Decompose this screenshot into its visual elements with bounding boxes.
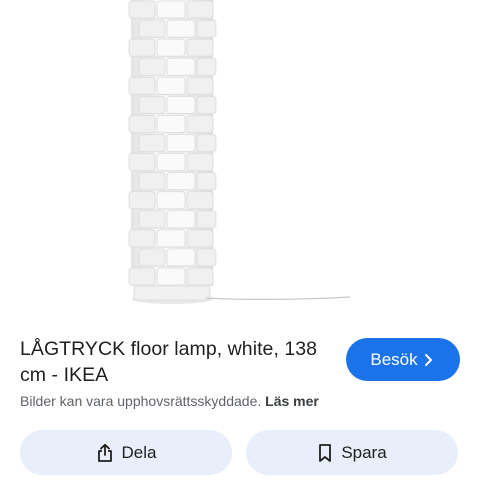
- visit-button-label: Besök: [370, 349, 418, 369]
- bookmark-icon: [317, 443, 333, 463]
- save-button[interactable]: Spara: [246, 430, 458, 475]
- visit-button[interactable]: Besök: [346, 338, 460, 381]
- copyright-notice: Bilder kan vara upphovsrättsskyddade. Lä…: [20, 393, 319, 409]
- chevron-right-icon: [424, 353, 436, 367]
- share-icon: [96, 443, 114, 463]
- share-button-label: Dela: [121, 442, 157, 462]
- floor-lamp-image: [0, 0, 480, 322]
- read-more-link[interactable]: Läs mer: [265, 393, 319, 409]
- result-title[interactable]: LÅGTRYCK floor lamp, white, 138 cm - IKE…: [20, 336, 330, 388]
- share-button[interactable]: Dela: [20, 430, 232, 475]
- copyright-text: Bilder kan vara upphovsrättsskyddade.: [20, 393, 262, 409]
- image-result-page: LÅGTRYCK floor lamp, white, 138 cm - IKE…: [0, 0, 480, 480]
- save-button-label: Spara: [341, 442, 387, 462]
- product-image[interactable]: [0, 0, 480, 322]
